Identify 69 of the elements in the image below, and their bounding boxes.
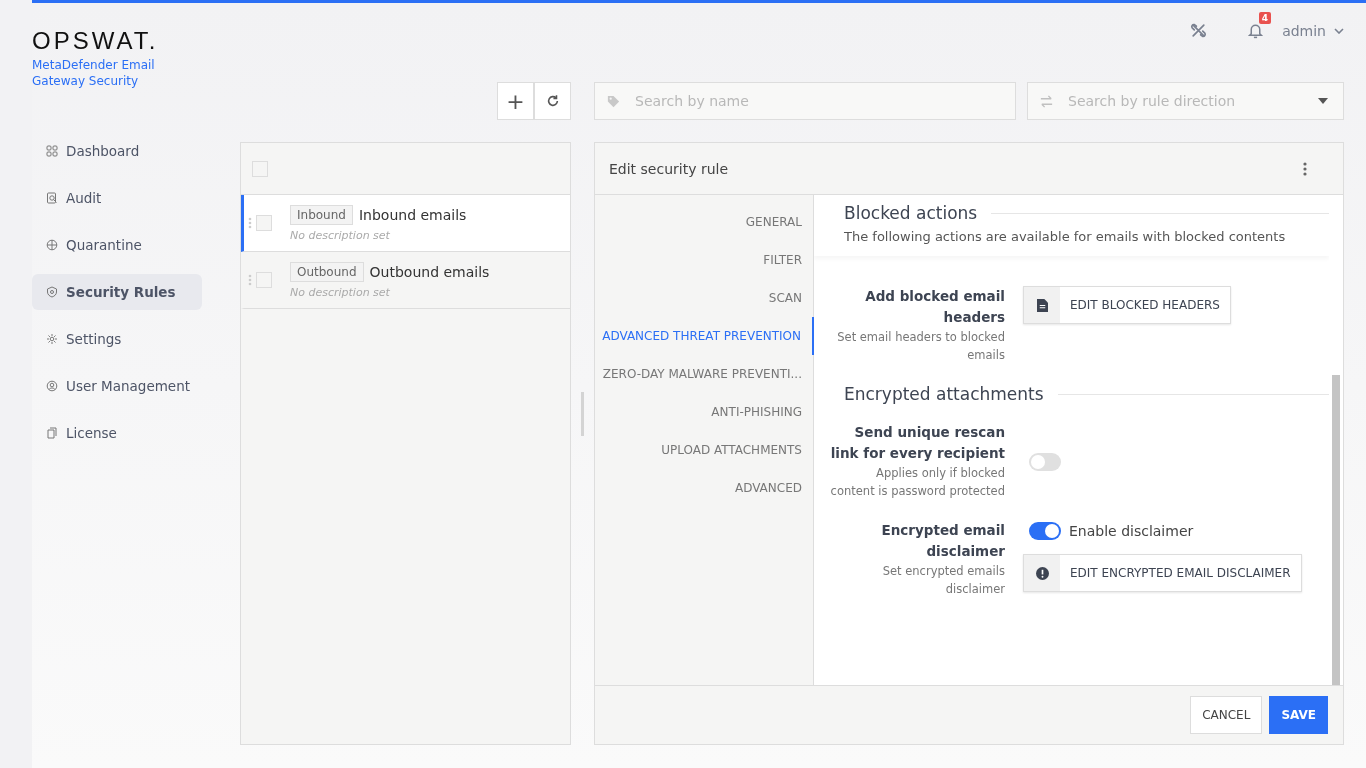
rule-item[interactable]: Inbound Inbound emails No description set <box>241 195 570 252</box>
setting-description: Applies only if blocked content is password protected <box>830 465 1005 500</box>
nav-item[interactable]: Security Rules <box>32 274 202 310</box>
rule-description: No description set <box>290 285 391 299</box>
edit-button[interactable]: EDIT ENCRYPTED EMAIL DISCLAIMER <box>1023 554 1302 592</box>
section-tab[interactable]: GENERAL <box>595 203 813 241</box>
setting-label: Send unique rescan link for every recipient <box>830 423 1005 463</box>
setting-description: Set encrypted emails disclaimer <box>881 563 1005 598</box>
scrollbar[interactable] <box>1332 375 1340 685</box>
resize-handle[interactable] <box>581 392 584 436</box>
section-tab[interactable]: SCAN <box>595 279 813 317</box>
globe-icon <box>46 239 58 251</box>
section-tab[interactable]: FILTER <box>595 241 813 279</box>
user-menu[interactable]: admin <box>1282 22 1344 39</box>
section-subtitle: The following actions are available for emails with blocked contents <box>844 229 1287 244</box>
select-all-checkbox[interactable] <box>252 160 268 177</box>
section-tab[interactable]: ADVANCED <box>595 469 813 507</box>
rule-item[interactable]: Outbound Outbound emails No description set <box>241 252 570 309</box>
refresh-button[interactable] <box>534 82 571 120</box>
drag-handle-icon[interactable] <box>248 274 252 286</box>
rule-name: Outbound emails <box>369 263 490 280</box>
section-tab[interactable]: ZERO-DAY MALWARE PREVENTI... <box>595 355 813 393</box>
gear-icon <box>46 333 58 345</box>
rule-name: Inbound emails <box>358 206 467 223</box>
nav-item[interactable]: User Management <box>32 368 202 404</box>
edit-button[interactable]: EDIT BLOCKED HEADERS <box>1023 286 1231 324</box>
cancel-button[interactable]: CANCEL <box>1190 696 1263 734</box>
direction-tag: Inbound <box>290 204 353 225</box>
section-tab[interactable]: ANTI-PHISHING <box>595 393 813 431</box>
setting-description: Set email headers to blocked emails <box>836 329 1005 364</box>
search-field[interactable]: Search by name <box>594 82 1016 120</box>
document-icon <box>1036 298 1048 312</box>
refresh-icon <box>545 94 560 108</box>
toggle-switch[interactable] <box>1029 453 1061 471</box>
nav-item[interactable]: Audit <box>32 180 202 216</box>
setting-label: Add blocked email headers <box>864 287 1005 327</box>
toggle-switch[interactable] <box>1029 522 1061 540</box>
panel-title: Edit security rule <box>609 160 729 177</box>
section-title: Blocked actions <box>844 203 978 223</box>
nav-item[interactable]: License <box>32 415 202 451</box>
add-button[interactable]: + <box>497 82 534 120</box>
notification-count: 4 <box>1258 12 1272 24</box>
rule-description: No description set <box>290 228 391 242</box>
section-title: Encrypted attachments <box>844 384 1044 404</box>
search-icon <box>46 192 58 204</box>
nav-item[interactable]: Settings <box>32 321 202 357</box>
toggle-label: Enable disclaimer <box>1069 523 1194 539</box>
dropdown-icon <box>1318 98 1328 104</box>
bell-icon[interactable] <box>1247 22 1265 39</box>
setting-label: Encrypted email disclaimer <box>880 521 1005 561</box>
user-icon <box>46 380 58 392</box>
direction-select[interactable]: Search by rule direction <box>1027 82 1344 120</box>
more-icon[interactable] <box>1303 161 1307 176</box>
rule-checkbox[interactable] <box>256 215 272 231</box>
caret-icon <box>1334 27 1344 34</box>
logo: OPSWAT. <box>32 27 160 55</box>
nav-item[interactable]: Quarantine <box>32 227 202 263</box>
drag-handle-icon[interactable] <box>248 217 252 229</box>
product-name: MetaDefender Email Gateway Security <box>32 57 156 89</box>
direction-tag: Outbound <box>290 261 364 282</box>
nav-item[interactable]: Dashboard <box>32 133 202 169</box>
save-button[interactable]: SAVE <box>1269 696 1328 734</box>
document-icon <box>46 427 58 439</box>
rule-checkbox[interactable] <box>256 272 272 288</box>
alert-icon <box>1035 566 1049 580</box>
shield-icon <box>46 286 58 298</box>
broken-link-icon[interactable] <box>1190 22 1208 39</box>
section-tab[interactable]: UPLOAD ATTACHMENTS <box>595 431 813 469</box>
grid-icon <box>46 145 58 157</box>
